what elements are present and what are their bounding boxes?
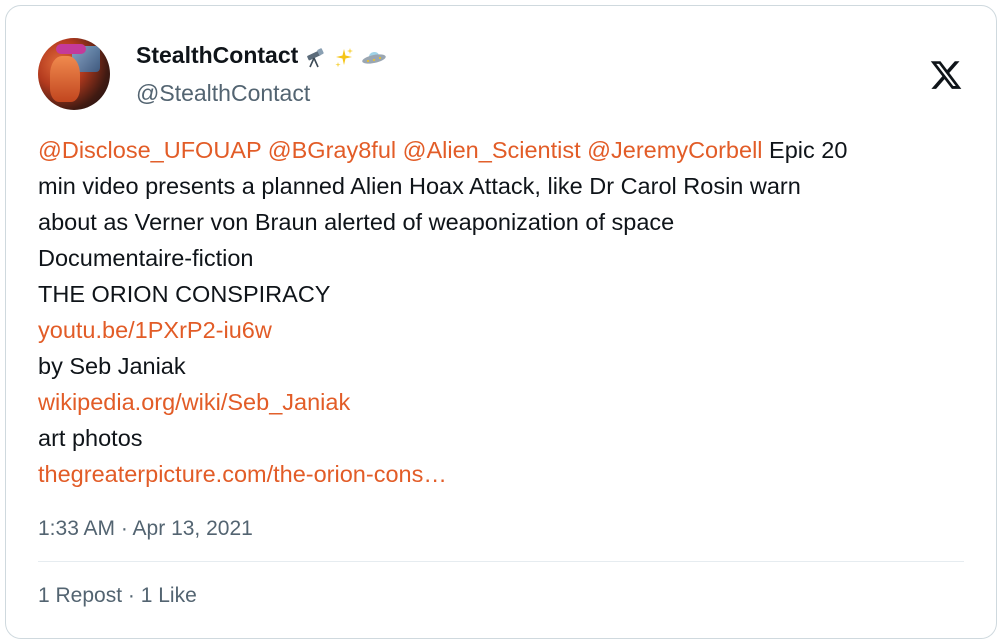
mention-link[interactable]: @Disclose_UFOUAP: [38, 137, 261, 163]
tweet-line-3: about as Verner von Braun alerted of wea…: [38, 209, 675, 235]
avatar[interactable]: [38, 38, 110, 110]
like-count[interactable]: 1 Like: [141, 584, 197, 607]
youtube-link[interactable]: youtu.be/1PXrP2-iu6w: [38, 317, 272, 343]
display-name-text[interactable]: StealthContact: [136, 42, 298, 68]
tweet-line-6: youtu.be/1PXrP2-iu6w: [38, 312, 978, 348]
divider: [38, 561, 964, 562]
tweet-line-1: @Disclose_UFOUAP @BGray8ful @Alien_Scien…: [38, 132, 978, 168]
flying-saucer-emoji-icon: [362, 52, 386, 64]
telescope-emoji-icon: [307, 48, 324, 68]
mention-link[interactable]: @BGray8ful: [268, 137, 396, 163]
avatar-hat-shape: [56, 44, 86, 54]
tweet-line-10: thegreaterpicture.com/the-orion-cons…: [38, 456, 978, 492]
author-display-name[interactable]: StealthContact: [136, 42, 387, 70]
stats-separator: ·: [122, 584, 141, 607]
tweet-line-9: art photos: [38, 425, 143, 451]
x-logo-icon[interactable]: [929, 58, 963, 92]
engagement-stats: 1 Repost · 1 Like: [38, 584, 197, 608]
author-handle[interactable]: @StealthContact: [136, 80, 310, 107]
repost-count[interactable]: 1 Repost: [38, 584, 122, 607]
mention-link[interactable]: @JeremyCorbell: [587, 137, 762, 163]
tweet-text: @Disclose_UFOUAP @BGray8ful @Alien_Scien…: [38, 132, 978, 492]
tweet-text-segment: Epic 20: [762, 137, 848, 163]
avatar-figure-shape: [50, 56, 80, 102]
tweet-card[interactable]: StealthContact @StealthContact @Disclose…: [5, 5, 997, 639]
sparkles-emoji-icon: [335, 48, 353, 68]
wikipedia-link[interactable]: wikipedia.org/wiki/Seb_Janiak: [38, 389, 350, 415]
display-name-emojis: [304, 43, 387, 70]
external-article-link[interactable]: thegreaterpicture.com/the-orion-cons…: [38, 461, 447, 487]
tweet-line-5: THE ORION CONSPIRACY: [38, 281, 331, 307]
mention-link[interactable]: @Alien_Scientist: [403, 137, 581, 163]
tweet-line-8: wikipedia.org/wiki/Seb_Janiak: [38, 384, 978, 420]
tweet-timestamp[interactable]: 1:33 AM · Apr 13, 2021: [38, 517, 253, 541]
tweet-line-7: by Seb Janiak: [38, 353, 186, 379]
tweet-line-2: min video presents a planned Alien Hoax …: [38, 173, 801, 199]
tweet-line-4: Documentaire-fiction: [38, 245, 254, 271]
